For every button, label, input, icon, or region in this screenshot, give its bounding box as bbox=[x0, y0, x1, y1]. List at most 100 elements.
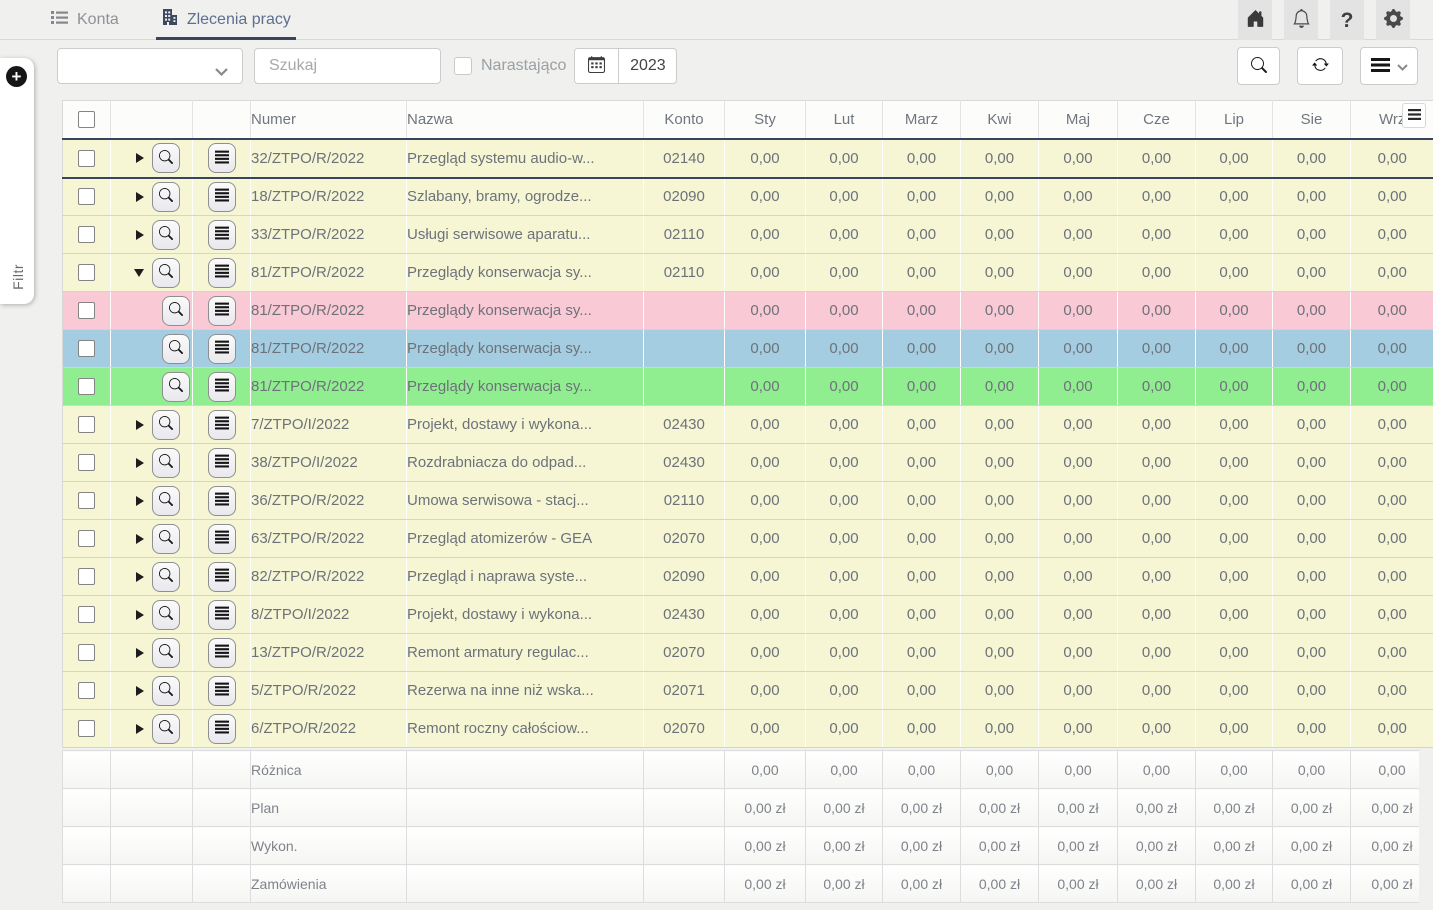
cell-select bbox=[63, 178, 111, 216]
search-input[interactable] bbox=[254, 48, 441, 84]
row-search-button[interactable] bbox=[152, 714, 180, 744]
row-menu-button[interactable] bbox=[208, 600, 236, 630]
narastajaco-option[interactable]: Narastająco bbox=[454, 57, 566, 75]
expand-arrow[interactable] bbox=[134, 269, 144, 277]
cell-lut: 0,00 bbox=[806, 444, 883, 482]
row-search-button[interactable] bbox=[152, 258, 180, 288]
row-checkbox[interactable] bbox=[78, 606, 95, 623]
row-menu-button[interactable] bbox=[208, 296, 236, 326]
row-menu-button[interactable] bbox=[208, 372, 236, 402]
row-search-button[interactable] bbox=[152, 486, 180, 516]
row-checkbox[interactable] bbox=[78, 530, 95, 547]
row-search-button[interactable] bbox=[152, 220, 180, 250]
row-search-button[interactable] bbox=[162, 334, 190, 364]
row-checkbox[interactable] bbox=[78, 264, 95, 281]
row-checkbox[interactable] bbox=[78, 226, 95, 243]
row-menu-button[interactable] bbox=[208, 448, 236, 478]
row-checkbox[interactable] bbox=[78, 302, 95, 319]
row-menu-button[interactable] bbox=[208, 562, 236, 592]
row-menu-button[interactable] bbox=[208, 334, 236, 364]
row-checkbox[interactable] bbox=[78, 150, 95, 167]
menu-button[interactable] bbox=[1360, 47, 1418, 85]
cell-nazwa: Szlabany, bramy, ogrodze... bbox=[407, 178, 644, 216]
row-search-button[interactable] bbox=[152, 182, 180, 212]
help-button[interactable]: ? bbox=[1330, 0, 1364, 40]
column-header-maj[interactable]: Maj bbox=[1039, 101, 1118, 139]
magnifier-icon bbox=[159, 150, 173, 167]
row-checkbox[interactable] bbox=[78, 644, 95, 661]
expand-arrow[interactable] bbox=[136, 420, 144, 430]
row-menu-button[interactable] bbox=[208, 714, 236, 744]
calendar-button[interactable] bbox=[575, 49, 619, 83]
summary-wrz: 0,00 bbox=[1351, 751, 1420, 789]
category-select[interactable] bbox=[57, 48, 243, 84]
row-search-button[interactable] bbox=[152, 562, 180, 592]
row-checkbox[interactable] bbox=[78, 416, 95, 433]
column-header-sty[interactable]: Sty bbox=[725, 101, 806, 139]
row-search-button[interactable] bbox=[162, 296, 190, 326]
row-search-button[interactable] bbox=[152, 410, 180, 440]
row-search-button[interactable] bbox=[152, 143, 180, 173]
row-menu-button[interactable] bbox=[208, 486, 236, 516]
expand-arrow[interactable] bbox=[136, 153, 144, 163]
expand-arrow[interactable] bbox=[136, 686, 144, 696]
column-header-marz[interactable]: Marz bbox=[883, 101, 961, 139]
notifications-button[interactable] bbox=[1284, 0, 1318, 40]
row-checkbox[interactable] bbox=[78, 568, 95, 585]
row-checkbox[interactable] bbox=[78, 682, 95, 699]
settings-button[interactable] bbox=[1376, 0, 1410, 40]
row-menu-button[interactable] bbox=[208, 220, 236, 250]
search-button[interactable] bbox=[1237, 47, 1280, 85]
home-button[interactable] bbox=[1238, 0, 1272, 40]
tab-konta[interactable]: Konta bbox=[48, 0, 122, 39]
column-header-lut[interactable]: Lut bbox=[806, 101, 883, 139]
expand-arrow[interactable] bbox=[136, 572, 144, 582]
row-checkbox[interactable] bbox=[78, 340, 95, 357]
expand-arrow[interactable] bbox=[136, 534, 144, 544]
column-header-kwi[interactable]: Kwi bbox=[961, 101, 1039, 139]
row-checkbox[interactable] bbox=[78, 492, 95, 509]
cell-sie: 0,00 bbox=[1273, 406, 1351, 444]
column-header-numer[interactable]: Numer bbox=[251, 101, 407, 139]
expand-arrow[interactable] bbox=[136, 724, 144, 734]
row-checkbox[interactable] bbox=[78, 454, 95, 471]
row-search-button[interactable] bbox=[152, 448, 180, 478]
add-filter-button[interactable]: + bbox=[6, 66, 27, 87]
row-search-button[interactable] bbox=[152, 600, 180, 630]
column-options-button[interactable] bbox=[1402, 103, 1426, 128]
expand-arrow[interactable] bbox=[136, 610, 144, 620]
row-menu-button[interactable] bbox=[208, 524, 236, 554]
row-search-button[interactable] bbox=[162, 372, 190, 402]
select-all-checkbox[interactable] bbox=[78, 111, 95, 128]
row-menu-button[interactable] bbox=[208, 143, 236, 173]
column-header-cze[interactable]: Cze bbox=[1118, 101, 1196, 139]
cell-rowmenu bbox=[193, 520, 251, 558]
expand-arrow[interactable] bbox=[136, 192, 144, 202]
row-menu-button[interactable] bbox=[208, 258, 236, 288]
row-search-button[interactable] bbox=[152, 676, 180, 706]
row-checkbox[interactable] bbox=[78, 720, 95, 737]
row-checkbox[interactable] bbox=[78, 188, 95, 205]
row-menu-button[interactable] bbox=[208, 676, 236, 706]
row-checkbox[interactable] bbox=[78, 378, 95, 395]
expand-arrow[interactable] bbox=[136, 648, 144, 658]
expand-arrow[interactable] bbox=[136, 458, 144, 468]
column-header-konto[interactable]: Konto bbox=[644, 101, 725, 139]
cell-select bbox=[63, 558, 111, 596]
list-icon bbox=[51, 10, 68, 30]
refresh-button[interactable] bbox=[1297, 47, 1343, 85]
expand-arrow[interactable] bbox=[136, 496, 144, 506]
column-header-lip[interactable]: Lip bbox=[1196, 101, 1273, 139]
row-search-button[interactable] bbox=[152, 524, 180, 554]
year-value[interactable]: 2023 bbox=[619, 49, 676, 83]
row-search-button[interactable] bbox=[152, 638, 180, 668]
column-header-sie[interactable]: Sie bbox=[1273, 101, 1351, 139]
expand-arrow[interactable] bbox=[136, 230, 144, 240]
column-header-nazwa[interactable]: Nazwa bbox=[407, 101, 644, 139]
row-menu-button[interactable] bbox=[208, 182, 236, 212]
tab-zlecenia-pracy[interactable]: Zlecenia pracy bbox=[158, 0, 294, 39]
cell-lip: 0,00 bbox=[1196, 140, 1273, 178]
narastajaco-checkbox[interactable] bbox=[454, 57, 472, 75]
row-menu-button[interactable] bbox=[208, 638, 236, 668]
row-menu-button[interactable] bbox=[208, 410, 236, 440]
